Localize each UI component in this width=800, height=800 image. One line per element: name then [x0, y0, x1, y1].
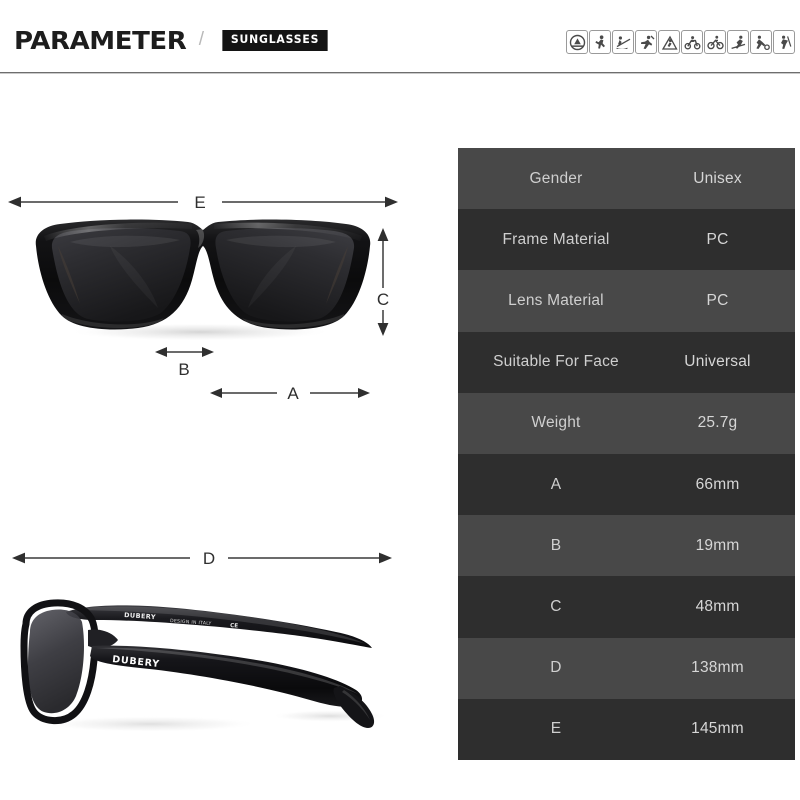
spec-label: Weight: [531, 414, 581, 432]
dimension-E-label: E: [194, 193, 205, 212]
page-header: PARAMETER / SUNGLASSES: [0, 0, 800, 74]
dimension-A-arrow-left: [210, 388, 222, 398]
spec-value: 48mm: [695, 598, 740, 616]
cycling-icon: [704, 30, 726, 54]
skiing-icon: [727, 30, 749, 54]
sport-icon-strip: [566, 30, 795, 54]
page-title: PARAMETER: [14, 26, 187, 55]
dimension-B-label: B: [178, 360, 189, 379]
table-row: A 66mm: [458, 454, 795, 516]
fishing-icon: [612, 30, 634, 54]
sunglasses-front-diagram: E C B A: [0, 150, 450, 420]
spec-label: Frame Material: [502, 230, 610, 248]
spec-value: Unisex: [693, 169, 742, 187]
table-row: D 138mm: [458, 637, 795, 699]
table-row: E 145mm: [458, 698, 795, 761]
title-separator: /: [198, 29, 204, 50]
motocross-icon: [681, 30, 703, 54]
table-row: Suitable For Face Universal: [458, 331, 795, 393]
table-row: Frame Material PC: [458, 209, 795, 271]
dimension-D-arrow-right: [379, 552, 392, 564]
running-icon: [589, 30, 611, 54]
table-row: Gender Unisex: [458, 148, 795, 210]
title-block: PARAMETER / SUNGLASSES: [14, 28, 331, 53]
dimension-B-arrow-left: [155, 347, 167, 357]
category-badge: SUNGLASSES: [222, 30, 328, 51]
dimension-A-arrow-right: [358, 388, 370, 398]
spec-value: PC: [706, 230, 729, 248]
table-row: Weight 25.7g: [458, 392, 795, 455]
spec-value: Universal: [684, 353, 751, 371]
dimension-A-label: A: [287, 384, 299, 403]
spec-label: Lens Material: [508, 292, 604, 309]
spec-label: C: [550, 598, 562, 616]
table-row: Lens Material PC: [458, 270, 795, 332]
dimension-C-arrow-down: [377, 323, 389, 336]
golf-icon: [773, 30, 795, 54]
dimension-E-arrow-right: [385, 196, 398, 208]
spec-value: 19mm: [695, 536, 740, 554]
soccer-icon: [750, 30, 772, 54]
spec-label: E: [550, 720, 562, 738]
header-divider: [0, 72, 800, 74]
climbing-icon: [658, 30, 680, 54]
spec-value: 138mm: [691, 659, 744, 677]
dimension-D-arrow-left: [12, 552, 25, 564]
spec-value: 66mm: [695, 475, 740, 493]
sunglasses-side-diagram: D DUBERY DESIGN IN ITALY CE DUBERY: [0, 520, 450, 790]
baseball-icon: [635, 30, 657, 54]
dimension-C-arrow-up: [377, 228, 389, 241]
spec-label: Suitable For Face: [493, 353, 619, 371]
spec-label: D: [550, 659, 562, 677]
dimension-E-arrow-left: [8, 196, 21, 208]
spec-value: 145mm: [691, 720, 744, 738]
specification-table: Gender Unisex Frame Material PC Lens Mat…: [458, 148, 795, 761]
ce-mark: CE: [230, 623, 239, 630]
product-parameter-page: PARAMETER / SUNGLASSES E C B A D DUBERY …: [0, 0, 800, 800]
sunglasses-front-body: [35, 219, 371, 330]
spec-value: PC: [706, 292, 729, 309]
sunglasses-side-body: DUBERY DESIGN IN ITALY CE DUBERY: [20, 599, 375, 728]
table-row: B 19mm: [458, 515, 795, 577]
spec-label: Gender: [529, 169, 583, 187]
spec-label: A: [550, 475, 562, 493]
dimension-C-label: C: [377, 290, 389, 309]
table-row: C 48mm: [458, 576, 795, 638]
spec-label: B: [550, 536, 562, 554]
spec-value: 25.7g: [697, 414, 738, 432]
dimension-D-label: D: [203, 549, 215, 568]
side-view-shadow: [42, 716, 258, 732]
dimension-B-arrow-right: [202, 347, 214, 357]
driving-icon: [566, 30, 588, 54]
